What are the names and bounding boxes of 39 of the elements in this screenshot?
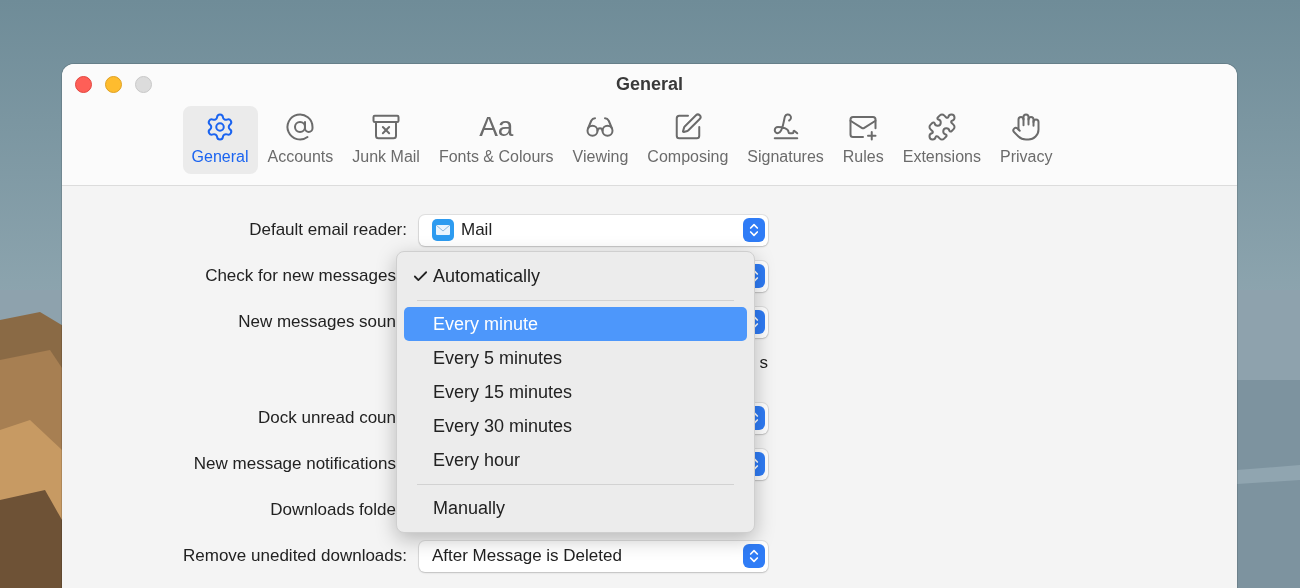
toolbar-tab[interactable]: Signatures (738, 106, 833, 174)
close-button[interactable] (75, 76, 92, 93)
field-label: Remove unedited downloads: (183, 545, 407, 568)
minimize-button[interactable] (105, 76, 122, 93)
puzzle-icon (926, 112, 957, 142)
menu-item[interactable]: Every hour (404, 443, 747, 477)
toolbar-tab[interactable]: Composing (638, 106, 738, 174)
field-label: New message notifications (193, 453, 396, 476)
option-text: s (759, 352, 768, 374)
window-title: General (615, 73, 683, 96)
toolbar-tab[interactable]: Privacy (990, 106, 1062, 174)
toolbar-tab[interactable]: Rules (833, 106, 893, 174)
toolbar-tab[interactable]: Extensions (893, 106, 990, 174)
menu-item[interactable]: Every 30 minutes (404, 409, 747, 443)
stepper-icon (743, 218, 765, 242)
toolbar-tab[interactable]: Viewing (563, 106, 638, 174)
field-label: Check for new messages (205, 265, 396, 288)
field-label: Downloads folde (270, 499, 396, 522)
toolbar-tab[interactable]: Accounts (258, 106, 343, 174)
junk-box-icon (371, 112, 402, 142)
stepper-icon (743, 544, 765, 568)
field-label: New messages soun (238, 311, 396, 334)
toolbar-tab[interactable]: Aa Fonts & Colours (429, 106, 563, 174)
field-label: Dock unread coun (258, 407, 396, 430)
menu-item[interactable]: Manually (404, 491, 747, 525)
menu-item[interactable]: Every 5 minutes (404, 341, 747, 375)
at-sign-icon (285, 112, 316, 142)
zoom-button[interactable] (135, 76, 152, 93)
popup-select[interactable]: After Message is Deleted (419, 540, 768, 572)
font-icon: Aa (479, 112, 514, 142)
field-label: Default email reader: (249, 219, 407, 242)
hand-icon (1011, 112, 1042, 142)
menu-item[interactable]: Every minute (404, 307, 747, 341)
popup-select[interactable]: Mail (419, 214, 768, 246)
toolbar-tab[interactable]: Junk Mail (343, 106, 429, 174)
menu-item[interactable]: Automatically (404, 259, 747, 293)
menu-item[interactable]: Every 15 minutes (404, 375, 747, 409)
toolbar-tab[interactable]: General (182, 106, 258, 174)
mail-app-icon (432, 219, 454, 241)
